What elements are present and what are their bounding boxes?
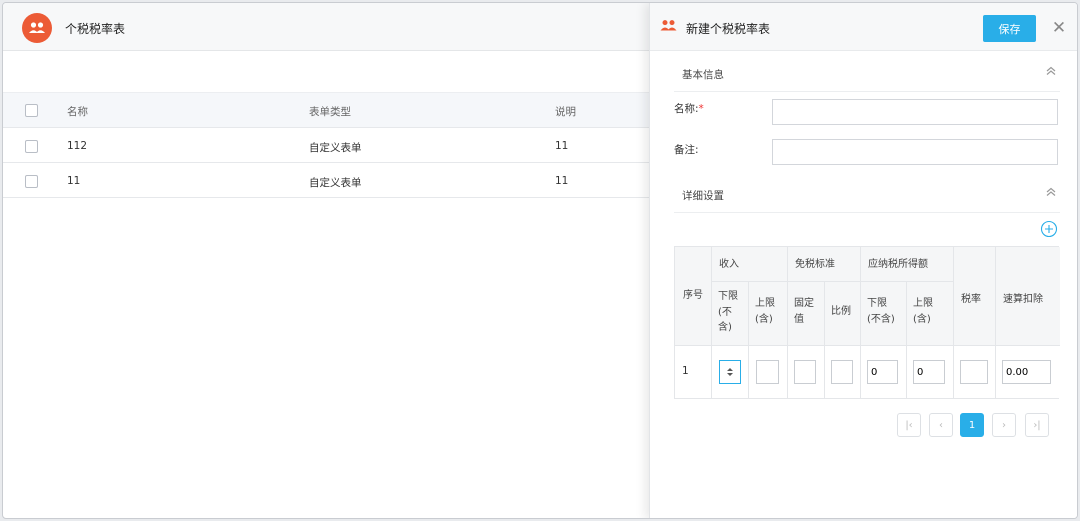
save-button[interactable]: 保存 (983, 15, 1036, 42)
header-blank (996, 247, 1060, 282)
column-header-taxable-upper: 上限 (含) (907, 282, 954, 346)
table-header: 名称 表单类型 说明 (3, 92, 653, 128)
row-form-type: 自定义表单 (309, 142, 362, 154)
header-line: (不 (718, 306, 732, 318)
row-checkbox[interactable] (25, 175, 38, 188)
row-checkbox[interactable] (25, 140, 38, 153)
cell-exempt-fixed (788, 346, 825, 398)
header-blank (954, 247, 996, 282)
users-icon (660, 19, 677, 35)
header-line: (不含) (867, 313, 895, 325)
exempt-fixed-input[interactable] (794, 360, 816, 384)
header-line: 上限 (755, 298, 775, 309)
table-row[interactable]: 112 自定义表单 11 (3, 129, 653, 163)
name-label-text: 名称: (674, 103, 699, 115)
cell-taxable-lower (861, 346, 907, 398)
column-group-taxable: 应纳税所得额 (861, 247, 954, 282)
column-header-seq: 序号 (675, 247, 712, 346)
row-description: 11 (555, 140, 569, 152)
header-line: 固定 (794, 298, 814, 309)
close-icon[interactable]: ✕ (1048, 17, 1070, 39)
users-logo-icon (22, 13, 52, 43)
column-group-exempt: 免税标准 (788, 247, 861, 282)
cell-income-upper (749, 346, 788, 398)
column-group-income: 收入 (712, 247, 788, 282)
column-header-deduction: 速算扣除 (996, 282, 1060, 346)
panel-header: 新建个税税率表 保存 ✕ (650, 3, 1077, 51)
header-line: (含) (913, 313, 931, 325)
income-upper-input[interactable] (756, 360, 779, 384)
app-window: 个税税率表 名称 表单类型 说明 112 自定义表单 11 11 自定义表单 1… (2, 2, 1078, 519)
column-header-description[interactable]: 说明 (555, 104, 576, 119)
page-1-button[interactable]: 1 (960, 413, 984, 437)
header-line: 上限 (913, 298, 933, 309)
required-mark: * (698, 103, 704, 115)
panel-title: 新建个税税率表 (686, 22, 771, 36)
collapse-icon[interactable] (1044, 64, 1058, 78)
section-detail-settings: 详细设置 (674, 175, 1060, 213)
row-name: 112 (67, 140, 88, 152)
first-page-button[interactable]: |‹ (897, 413, 921, 437)
last-page-button[interactable]: ›| (1025, 413, 1049, 437)
page-title: 个税税率表 (65, 22, 126, 36)
name-input[interactable] (772, 99, 1058, 125)
cell-taxable-upper (907, 346, 954, 398)
select-all-checkbox[interactable] (25, 104, 38, 117)
section-title: 基本信息 (682, 69, 724, 81)
header-line: 下限 (867, 298, 887, 309)
cell-income-lower (712, 346, 749, 398)
column-header-income-lower: 下限 (不 含) (712, 282, 749, 346)
taxable-lower-input[interactable] (867, 360, 898, 384)
header-line: (含) (755, 313, 773, 325)
name-label: 名称:* (674, 101, 704, 116)
row-description: 11 (555, 175, 569, 187)
stepper-icon[interactable] (726, 367, 734, 377)
row-form-type: 自定义表单 (309, 177, 362, 189)
remark-input[interactable] (772, 139, 1058, 165)
tax-rate-table: 序号 收入 免税标准 应纳税所得额 下限 (不 含) 上限 (含) 固定 值 比… (674, 246, 1060, 399)
taxable-upper-input[interactable] (913, 360, 945, 384)
cell-deduction (996, 346, 1060, 398)
add-row-icon[interactable] (1040, 220, 1058, 238)
row-seq: 1 (675, 346, 712, 398)
prev-page-button[interactable]: ‹ (929, 413, 953, 437)
toolbar (3, 52, 653, 92)
column-header-exempt-ratio: 比例 (825, 282, 861, 346)
remark-label: 备注: (674, 144, 699, 156)
next-page-button[interactable]: › (992, 413, 1016, 437)
column-header-taxable-lower: 下限 (不含) (861, 282, 907, 346)
header-line: 下限 (718, 291, 738, 302)
column-header-income-upper: 上限 (含) (749, 282, 788, 346)
collapse-icon[interactable] (1044, 185, 1058, 199)
header-line: 含) (718, 322, 732, 333)
table-row[interactable]: 11 自定义表单 11 (3, 164, 653, 198)
column-header-exempt-fixed: 固定 值 (788, 282, 825, 346)
cell-exempt-ratio (825, 346, 861, 398)
row-name: 11 (67, 175, 81, 187)
rate-input[interactable] (960, 360, 988, 384)
column-header-rate: 税率 (954, 282, 996, 346)
section-basic-info: 基本信息 (674, 54, 1060, 92)
exempt-ratio-input[interactable] (831, 360, 853, 384)
section-title: 详细设置 (682, 190, 724, 202)
new-tax-table-panel: 新建个税税率表 保存 ✕ 基本信息 名称:* 备注: 详细设置 序号 收入 免税… (649, 3, 1077, 518)
column-header-name[interactable]: 名称 (67, 104, 88, 119)
cell-rate (954, 346, 996, 398)
deduction-input[interactable] (1002, 360, 1051, 384)
column-header-form-type[interactable]: 表单类型 (309, 104, 351, 119)
header-line: 值 (794, 313, 804, 325)
